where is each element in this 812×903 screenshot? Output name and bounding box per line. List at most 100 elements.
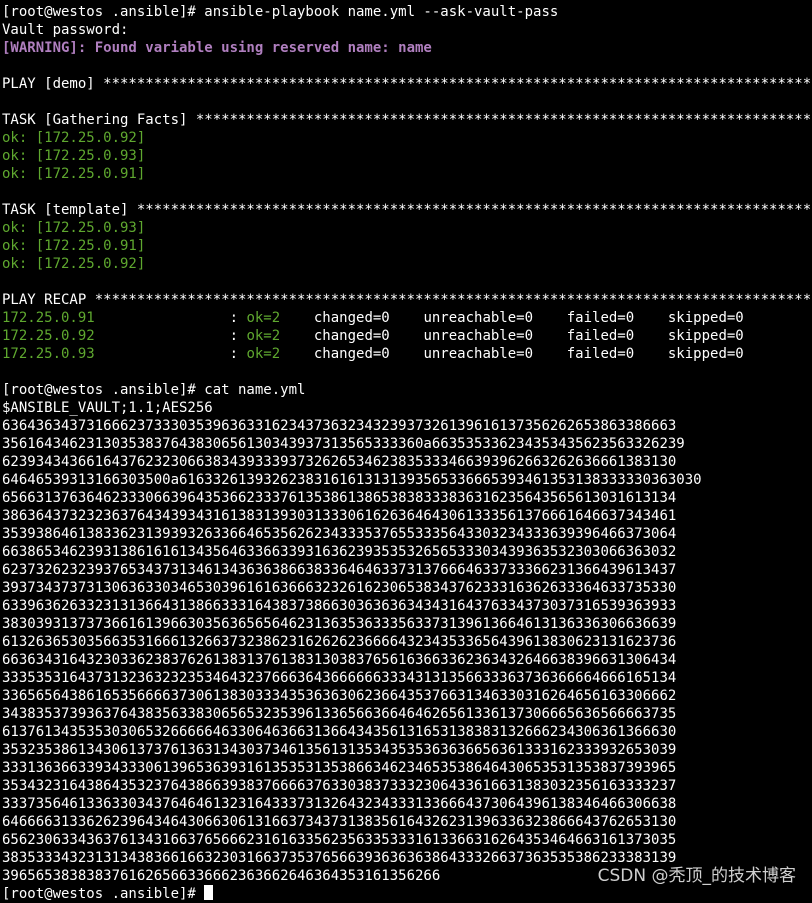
terminal-line: 6562306334363761343166376566623161633562… — [2, 831, 812, 849]
terminal-line: ok: [172.25.0.91] — [2, 237, 812, 255]
terminal-line: $ANSIBLE_VAULT;1.1;AES256 — [2, 399, 812, 417]
terminal-line: ok: [172.25.0.93] — [2, 219, 812, 237]
terminal-text: 3337356461336330343764646132316433373132… — [2, 796, 677, 812]
terminal-text: $ANSIBLE_VAULT;1.1;AES256 — [2, 400, 213, 416]
terminal-text: PLAY [demo] ****************************… — [2, 76, 812, 92]
terminal-line: 3331363663393433306139653639316135353135… — [2, 759, 812, 777]
terminal-text: ok: [172.25.0.93] — [2, 220, 146, 236]
terminal-text: 3561643462313035383764383065613034393731… — [2, 436, 685, 452]
terminal-line: TASK [template] ************************… — [2, 201, 812, 219]
cursor-block — [204, 885, 214, 900]
terminal-text: changed=0 unreachable=0 failed=0 skipped… — [280, 346, 744, 362]
terminal-text: 3534323164386435323764386639383766663763… — [2, 778, 677, 794]
terminal-text: ok=2 — [246, 328, 281, 344]
terminal-text: 6636343164323033623837626138313761383130… — [2, 652, 677, 668]
terminal-line: 6239343436616437623230663834393339373262… — [2, 453, 812, 471]
terminal-line: 3830393137373661613966303563656564623136… — [2, 615, 812, 633]
terminal-text: ok: [172.25.0.91] — [2, 238, 146, 254]
terminal-line: 3863643732323637643439343161383139303133… — [2, 507, 812, 525]
terminal-text: 6237326232393765343731346134363638663833… — [2, 562, 677, 578]
terminal-line: 6339636263323131366431386633316438373866… — [2, 597, 812, 615]
terminal-line: ok: [172.25.0.93] — [2, 147, 812, 165]
terminal-line: 6636343164323033623837626138313761383130… — [2, 651, 812, 669]
terminal-line: Vault password: — [2, 21, 812, 39]
terminal-line: 3438353739363764383563383065653235396133… — [2, 705, 812, 723]
terminal-line: PLAY [demo] ****************************… — [2, 75, 812, 93]
terminal-text: : — [94, 328, 247, 344]
terminal-line: 6132636530356635316661326637323862316262… — [2, 633, 812, 651]
terminal-text: 3863643732323637643439343161383139303133… — [2, 508, 677, 524]
terminal-line: 3539386461383362313939326336646535626234… — [2, 525, 812, 543]
terminal-text: ok: [172.25.0.92] — [2, 256, 146, 272]
terminal-text: 64646539313166303500a6163326139326238316… — [2, 472, 702, 488]
terminal-text: 3438353739363764383563383065653235396133… — [2, 706, 677, 722]
terminal-line: 3335353164373132363232353464323766636436… — [2, 669, 812, 687]
terminal-text: 3532353861343061373761363134303734613561… — [2, 742, 677, 758]
terminal-line: ok: [172.25.0.92] — [2, 255, 812, 273]
terminal-line: 6137613435353030653266666463306463663136… — [2, 723, 812, 741]
terminal-text: [root@westos .ansible]# cat name.yml — [2, 382, 306, 398]
terminal-text: changed=0 unreachable=0 failed=0 skipped… — [280, 328, 744, 344]
terminal-text: 3365656438616535666637306138303334353636… — [2, 688, 677, 704]
terminal-text: ok=2 — [246, 346, 281, 362]
terminal-line: 6566313763646233306639643536623337613538… — [2, 489, 812, 507]
terminal-text: ok: [172.25.0.91] — [2, 166, 146, 182]
terminal-line: 6364363437316662373330353963633162343736… — [2, 417, 812, 435]
terminal-line: 3534323164386435323764386639383766663763… — [2, 777, 812, 795]
terminal-text: 3965653838383761626566336662363662646364… — [2, 868, 441, 884]
terminal-text: 6132636530356635316661326637323862316262… — [2, 634, 677, 650]
terminal-text: 6638653462393138616161343564633663393163… — [2, 544, 677, 560]
terminal-line: TASK [Gathering Facts] *****************… — [2, 111, 812, 129]
terminal-output[interactable]: [root@westos .ansible]# ansible-playbook… — [2, 3, 812, 903]
terminal-line: 3365656438616535666637306138303334353636… — [2, 687, 812, 705]
terminal-line: ok: [172.25.0.91] — [2, 165, 812, 183]
terminal-text: ok: [172.25.0.93] — [2, 148, 146, 164]
terminal-text: 3835333432313134383661663230316637353765… — [2, 850, 677, 866]
terminal-line: 172.25.0.93 : ok=2 changed=0 unreachable… — [2, 345, 812, 363]
terminal-line: 3532353861343061373761363134303734613561… — [2, 741, 812, 759]
terminal-text: 3331363663393433306139653639316135353135… — [2, 760, 677, 776]
terminal-text: 6339636263323131366431386633316438373866… — [2, 598, 677, 614]
terminal-line: PLAY RECAP *****************************… — [2, 291, 812, 309]
terminal-line: 6638653462393138616161343564633663393163… — [2, 543, 812, 561]
terminal-text: [WARNING]: Found variable using reserved… — [2, 40, 432, 56]
terminal-text: 3830393137373661613966303563656564623136… — [2, 616, 677, 632]
terminal-text: 6137613435353030653266666463306463663136… — [2, 724, 677, 740]
terminal-line: 172.25.0.92 : ok=2 changed=0 unreachable… — [2, 327, 812, 345]
terminal-text: ok: [172.25.0.92] — [2, 130, 146, 146]
terminal-text: 3335353164373132363232353464323766636436… — [2, 670, 677, 686]
terminal-text: Vault password: — [2, 22, 129, 38]
terminal-text: 6364363437316662373330353963633162343736… — [2, 418, 677, 434]
terminal-line: [WARNING]: Found variable using reserved… — [2, 39, 812, 57]
terminal-text: [root@westos .ansible]# ansible-playbook… — [2, 4, 559, 20]
terminal-line: 3337356461336330343764646132316433373132… — [2, 795, 812, 813]
terminal-line: ok: [172.25.0.92] — [2, 129, 812, 147]
terminal-text: 172.25.0.93 — [2, 346, 95, 362]
terminal-text: 6566313763646233306639643536623337613538… — [2, 490, 677, 506]
terminal-text: : — [94, 310, 247, 326]
terminal-line: [root@westos .ansible]# cat name.yml — [2, 381, 812, 399]
terminal-line: [root@westos .ansible]# ansible-playbook… — [2, 3, 812, 21]
terminal-line: [root@westos .ansible]# — [2, 885, 812, 903]
terminal-text: changed=0 unreachable=0 failed=0 skipped… — [280, 310, 744, 326]
terminal-text: : — [94, 346, 247, 362]
terminal-text: 172.25.0.91 — [2, 310, 95, 326]
terminal-line: 3937343737313063633034653039616163666323… — [2, 579, 812, 597]
terminal-text: 6239343436616437623230663834393339373262… — [2, 454, 677, 470]
terminal-text: 6466663133626239643464306630613166373437… — [2, 814, 677, 830]
terminal-text: 3937343737313063633034653039616163666323… — [2, 580, 677, 596]
terminal-line: 3561643462313035383764383065613034393731… — [2, 435, 812, 453]
terminal-text: 172.25.0.92 — [2, 328, 95, 344]
terminal-line: 172.25.0.91 : ok=2 changed=0 unreachable… — [2, 309, 812, 327]
terminal-line: 64646539313166303500a6163326139326238316… — [2, 471, 812, 489]
terminal-text: PLAY RECAP *****************************… — [2, 292, 812, 308]
terminal-line: 6466663133626239643464306630613166373437… — [2, 813, 812, 831]
csdn-watermark: CSDN @秃顶_的技术博客 — [597, 866, 796, 886]
terminal-text: [root@westos .ansible]# — [2, 886, 205, 902]
terminal-line: 6237326232393765343731346134363638663833… — [2, 561, 812, 579]
